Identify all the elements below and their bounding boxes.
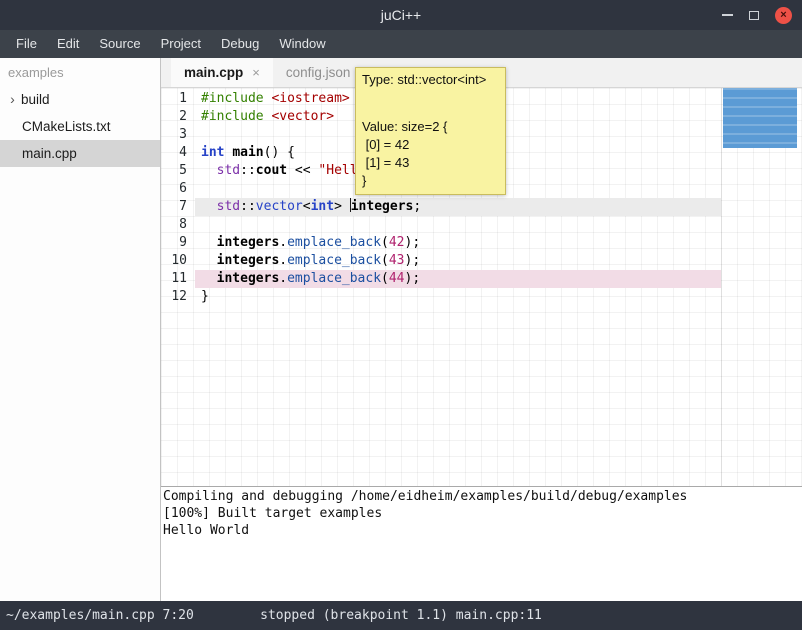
tooltip-value: Value: size=2 { [0] = 42 [1] = 43} (362, 118, 499, 190)
code-line-10[interactable]: 10 integers.emplace_back(43); (161, 252, 802, 270)
title-bar: juCi++ × (0, 0, 802, 30)
line-number: 5 (161, 162, 195, 180)
scroll-overview[interactable] (723, 88, 797, 148)
menu-item-window[interactable]: Window (269, 30, 335, 58)
code-line-12[interactable]: 12} (161, 288, 802, 306)
line-code (195, 216, 721, 234)
line-number: 3 (161, 126, 195, 144)
menu-item-source[interactable]: Source (89, 30, 150, 58)
line-code: integers.emplace_back(43); (195, 252, 721, 270)
project-name: examples (0, 58, 160, 86)
file-tree: ›buildCMakeLists.txtmain.cpp (0, 86, 160, 167)
tab-label: config.json (286, 65, 351, 80)
tree-item-build[interactable]: ›build (0, 86, 160, 113)
line-number: 10 (161, 252, 195, 270)
code-line-9[interactable]: 9 integers.emplace_back(42); (161, 234, 802, 252)
code-line-11[interactable]: 11 integers.emplace_back(44); (161, 270, 802, 288)
code-line-8[interactable]: 8 (161, 216, 802, 234)
tooltip-type-line: Type: std::vector<int> (362, 72, 499, 88)
tree-item-main.cpp[interactable]: main.cpp (0, 140, 160, 167)
line-number: 2 (161, 108, 195, 126)
line-number: 6 (161, 180, 195, 198)
line-number: 1 (161, 90, 195, 108)
output-line: Hello World (163, 522, 800, 539)
tree-item-CMakeLists.txt[interactable]: CMakeLists.txt (0, 113, 160, 140)
window-controls: × (722, 0, 792, 30)
chevron-right-icon[interactable]: › (4, 86, 21, 113)
line-number: 11 (161, 270, 195, 288)
menu-item-file[interactable]: File (6, 30, 47, 58)
status-file-position: ~/examples/main.cpp 7:20 (6, 608, 194, 623)
status-debug-state: stopped (breakpoint 1.1) main.cpp:11 (260, 608, 542, 623)
tree-item-label: build (21, 86, 50, 113)
minimize-icon[interactable] (722, 14, 733, 16)
line-number: 8 (161, 216, 195, 234)
line-code: integers.emplace_back(42); (195, 234, 721, 252)
menu-item-edit[interactable]: Edit (47, 30, 89, 58)
close-icon[interactable]: × (775, 7, 792, 24)
line-number: 7 (161, 198, 195, 216)
tab-label: main.cpp (184, 65, 243, 80)
restore-icon[interactable] (749, 11, 759, 20)
window-title: juCi++ (0, 7, 802, 23)
tree-item-label: CMakeLists.txt (22, 113, 111, 140)
output-line: [100%] Built target examples (163, 505, 800, 522)
tooltip-gap (362, 88, 499, 118)
output-line: Compiling and debugging /home/eidheim/ex… (163, 488, 800, 505)
menu-bar: FileEditSourceProjectDebugWindow (0, 30, 802, 58)
tab-main.cpp[interactable]: main.cpp × (171, 58, 273, 87)
code-line-7[interactable]: 7 std::vector<int> integers; (161, 198, 802, 216)
status-bar: ~/examples/main.cpp 7:20 stopped (breakp… (0, 601, 802, 630)
menu-item-debug[interactable]: Debug (211, 30, 269, 58)
line-number: 12 (161, 288, 195, 306)
debug-value-tooltip: Type: std::vector<int> Value: size=2 { [… (355, 67, 506, 195)
file-browser: examples ›buildCMakeLists.txtmain.cpp (0, 58, 161, 601)
line-code: integers.emplace_back(44); (195, 270, 721, 288)
output-panel[interactable]: Compiling and debugging /home/eidheim/ex… (161, 486, 802, 601)
line-number: 9 (161, 234, 195, 252)
right-margin-line (721, 88, 722, 486)
line-code: } (195, 288, 721, 306)
line-number: 4 (161, 144, 195, 162)
tab-close-icon[interactable]: × (252, 65, 260, 80)
tree-item-label: main.cpp (22, 140, 77, 167)
line-code: std::vector<int> integers; (195, 198, 721, 216)
menu-item-project[interactable]: Project (151, 30, 211, 58)
